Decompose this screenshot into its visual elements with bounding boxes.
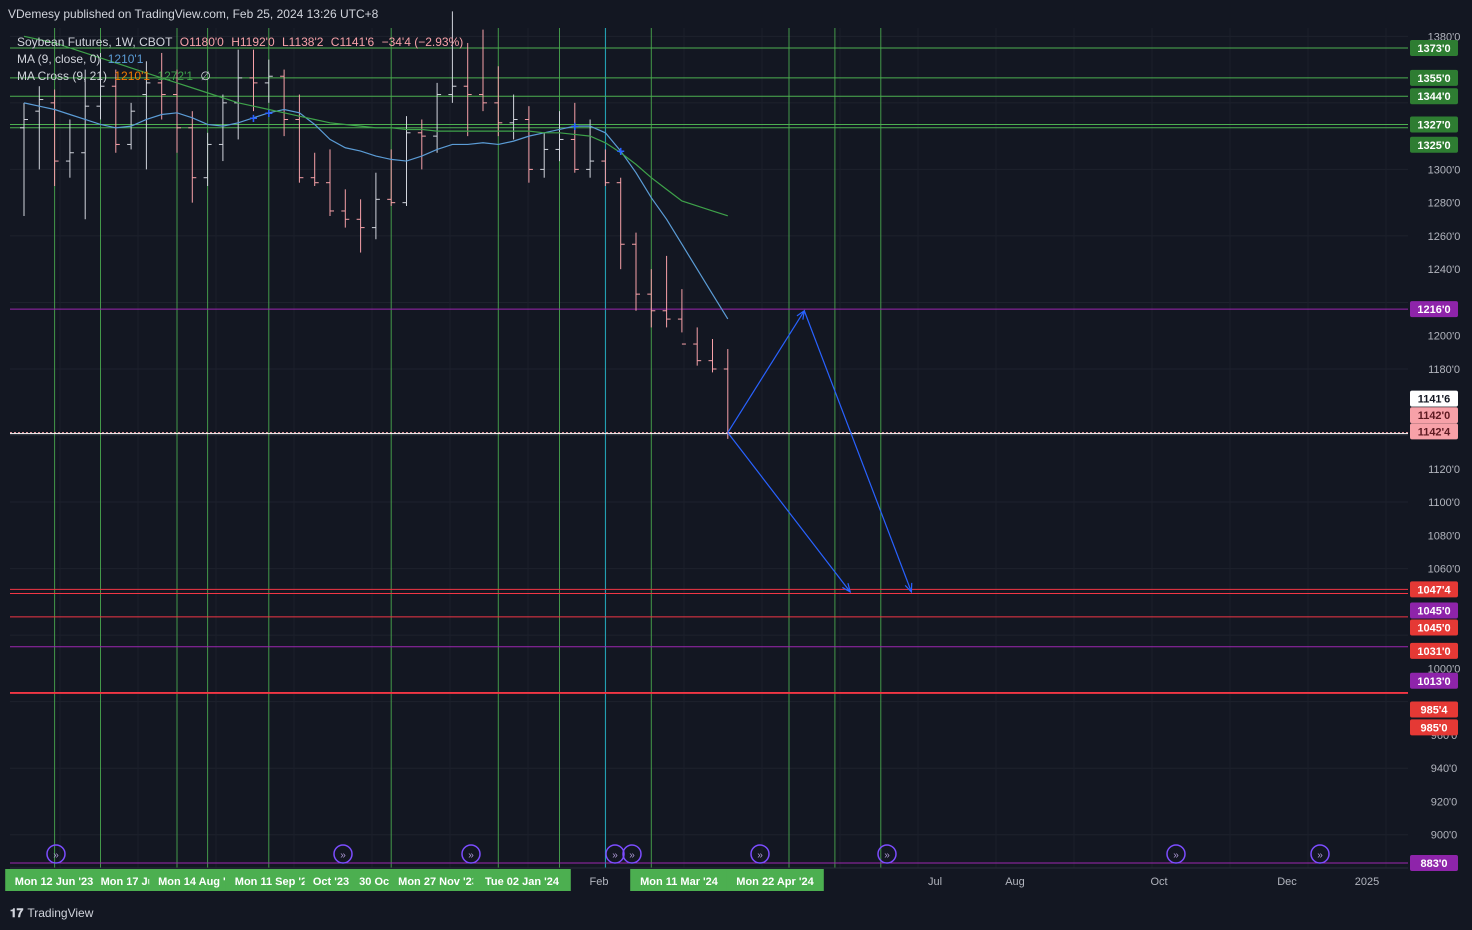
time-axis-label: Mon 17 Jul xyxy=(101,876,158,888)
price-tick-label: 1300'0 xyxy=(1428,164,1461,176)
time-axis-label: Feb xyxy=(590,876,609,888)
symbol-name[interactable]: Soybean Futures, 1W, CBOT xyxy=(17,35,172,49)
time-axis-label: Mon 11 Mar '24 xyxy=(640,876,719,888)
tv-logo-icon: 𝟏𝟕 xyxy=(10,906,24,920)
change-value: −34'4 (−2.93%) xyxy=(381,35,464,49)
level-price-badge: 883'0 xyxy=(1420,858,1447,870)
time-axis-label: Tue 02 Jan '24 xyxy=(485,876,560,888)
level-price-badge: 1344'0 xyxy=(1417,91,1450,103)
open-value: O1180'0 xyxy=(179,35,224,49)
event-glyph: » xyxy=(1173,850,1179,861)
level-price-badge: 1045'0 xyxy=(1417,623,1450,635)
footer: 𝟏𝟕 TradingView xyxy=(0,896,1472,930)
legend-symbol-row: Soybean Futures, 1W, CBOT O1180'0 H1192'… xyxy=(17,34,467,51)
event-glyph: » xyxy=(884,850,890,861)
macross-value-2: 1272'1 xyxy=(157,69,194,83)
legend-ma-row[interactable]: MA (9, close, 0) 1210'1 xyxy=(17,51,467,68)
brand-name: TradingView xyxy=(27,906,94,920)
time-axis-label: 30 Oct xyxy=(359,876,393,888)
macross-value-1: 1210'1 xyxy=(114,69,151,83)
level-price-badge: 1047'4 xyxy=(1417,584,1451,596)
chart-background xyxy=(10,28,1408,868)
time-axis-label: Oct xyxy=(1150,876,1167,888)
event-glyph: » xyxy=(629,850,635,861)
price-tick-label: 1120'0 xyxy=(1428,464,1460,476)
tradingview-logo[interactable]: 𝟏𝟕 TradingView xyxy=(10,906,93,921)
price-tick-label: 1200'0 xyxy=(1428,331,1461,343)
price-badge: 1142'4 xyxy=(1418,426,1451,438)
level-price-badge: 985'0 xyxy=(1420,722,1447,734)
price-tick-label: 1240'0 xyxy=(1428,264,1461,276)
level-price-badge: 1013'0 xyxy=(1417,676,1450,688)
low-value: L1138'2 xyxy=(281,35,324,49)
ma-value: 1210'1 xyxy=(107,52,144,66)
level-price-badge: 1045'0 xyxy=(1417,606,1450,618)
time-axis[interactable]: Mon 12 Jun '23 Mon 17 Jul Mon 14 Aug '23Mo… xyxy=(5,867,1408,891)
time-axis-label: Mon 27 Nov '23 xyxy=(398,876,478,888)
time-axis-label: Mon 12 Jun '23 xyxy=(15,876,93,888)
close-value: C1141'6 xyxy=(330,35,375,49)
event-glyph: » xyxy=(612,850,618,861)
price-tick-label: 920'0 xyxy=(1431,796,1458,808)
event-glyph: » xyxy=(757,850,763,861)
price-tick-label: 1280'0 xyxy=(1428,198,1461,210)
price-tick-label: 900'0 xyxy=(1431,830,1458,842)
last-price-badge: 1141'6 xyxy=(1418,394,1451,406)
time-axis-label: Mon 22 Apr '24 xyxy=(736,876,814,888)
time-axis-label: Aug xyxy=(1005,876,1025,888)
price-tick-label: 1180'0 xyxy=(1428,364,1460,376)
event-glyph: » xyxy=(340,850,346,861)
cross-marker: + xyxy=(617,143,625,159)
price-axis-bg xyxy=(1408,28,1472,868)
event-glyph: » xyxy=(468,850,474,861)
macross-label: MA Cross (9, 21) xyxy=(17,69,108,83)
event-glyph: » xyxy=(53,850,59,861)
ma-label: MA (9, close, 0) xyxy=(17,52,101,66)
price-tick-label: 1080'0 xyxy=(1428,530,1461,542)
high-value: H1192'0 xyxy=(231,35,275,49)
time-axis-label: Oct '23 xyxy=(313,876,349,888)
cross-marker: + xyxy=(265,105,273,121)
cross-marker: + xyxy=(249,110,257,126)
cross-marker: + xyxy=(571,118,579,134)
price-tick-label: 1100'0 xyxy=(1428,497,1460,509)
legend-macross-row[interactable]: MA Cross (9, 21) 1210'1 1272'1 ∅ xyxy=(17,68,467,85)
time-axis-label: 2025 xyxy=(1355,876,1379,888)
level-price-badge: 1325'0 xyxy=(1417,140,1450,152)
time-axis-label: Jul xyxy=(928,876,942,888)
level-price-badge: 1216'0 xyxy=(1417,304,1450,316)
price-tick-label: 1060'0 xyxy=(1428,564,1461,576)
time-axis-label: Dec xyxy=(1277,876,1297,888)
event-glyph: » xyxy=(1317,850,1323,861)
macross-value-3: ∅ xyxy=(200,69,211,83)
price-tick-label: 940'0 xyxy=(1431,763,1458,775)
price-axis[interactable]: 1380'01300'01280'01260'01240'01200'01180… xyxy=(1408,28,1472,872)
chart-legend: Soybean Futures, 1W, CBOT O1180'0 H1192'… xyxy=(17,34,467,85)
level-price-badge: 985'4 xyxy=(1420,705,1448,717)
level-price-badge: 1373'0 xyxy=(1417,43,1450,55)
level-price-badge: 1031'0 xyxy=(1417,646,1450,658)
level-price-badge: 1327'0 xyxy=(1417,119,1450,131)
price-chart[interactable]: + +++ 1380'01300'01280'01260'01240'01200'… xyxy=(0,0,1472,930)
time-axis-label: Mon 11 Sep '23 xyxy=(235,876,313,888)
level-price-badge: 1355'0 xyxy=(1417,73,1450,85)
price-tick-label: 1260'0 xyxy=(1428,231,1461,243)
price-badge: 1142'0 xyxy=(1418,410,1451,422)
